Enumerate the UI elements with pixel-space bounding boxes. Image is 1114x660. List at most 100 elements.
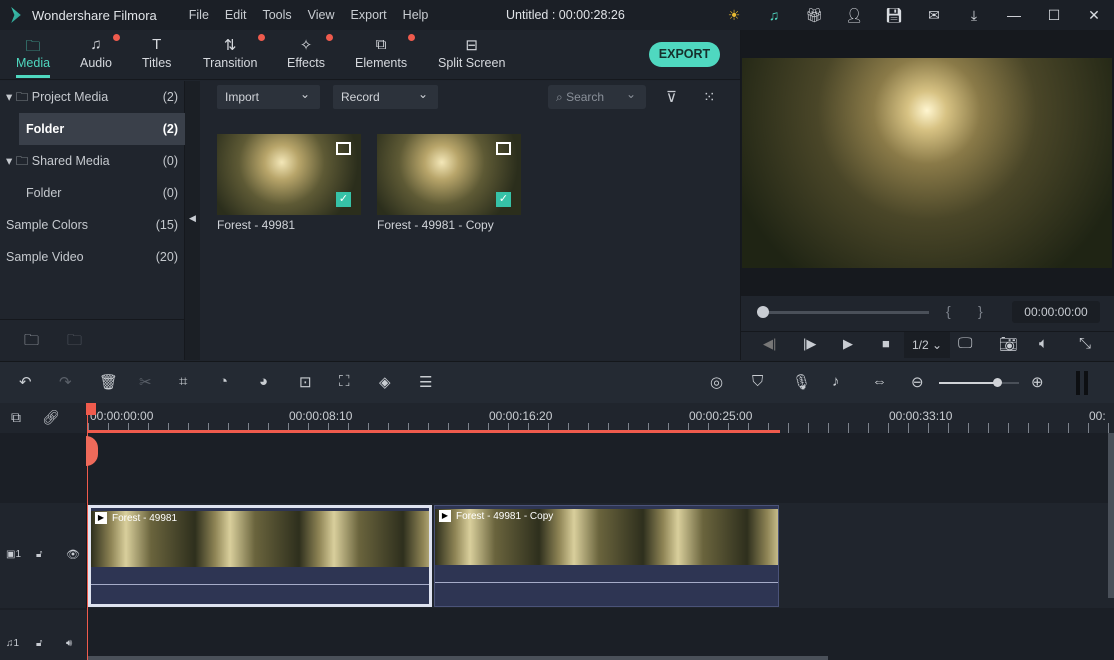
stop-icon[interactable]: ■ [882, 336, 890, 351]
media-library-panel: ▾ 🗀 Project Media (2) Folder (2) ▾ 🗀 Share… [0, 81, 185, 360]
library-folder[interactable]: Folder (2) [19, 113, 185, 145]
menu-file[interactable]: File [189, 8, 209, 22]
media-thumbnail[interactable]: ✓ [217, 134, 361, 215]
next-frame-icon[interactable]: |▶ [803, 336, 816, 352]
marker-icon[interactable]: ⛉ [752, 373, 763, 390]
mark-in-icon[interactable]: { [946, 303, 951, 319]
audio-mixer-icon[interactable]: ♪ [832, 373, 840, 390]
speed-icon[interactable]: ◔ [219, 373, 228, 390]
microphone-icon[interactable]: 🎙︎ [792, 373, 811, 391]
account-icon[interactable]: 👤︎ [834, 7, 874, 24]
new-folder-icon[interactable]: 🗀 [24, 330, 39, 355]
media-browser: Import Record ⌕ Search ⊽ ⁙ ✓ Forest - 49… [200, 81, 740, 360]
preview-timecode: 00:00:00:00 [1012, 301, 1100, 323]
top-tabs: 🗀 Media ♫ Audio T Titles ⇅ Transition ✧ Effec… [0, 30, 740, 80]
menu-tools[interactable]: Tools [262, 8, 291, 22]
lock-icon[interactable]: 🔓︎ [36, 638, 42, 649]
download-icon[interactable]: ⤓ [954, 7, 994, 24]
vertical-scrollbar[interactable] [1108, 433, 1114, 598]
zoom-slider-handle[interactable] [992, 378, 1002, 387]
green-screen-icon[interactable]: ⊡ [299, 373, 312, 391]
tab-audio[interactable]: ♫ Audio [80, 34, 120, 70]
cut-icon[interactable]: ✂ [139, 373, 152, 391]
zoom-out-icon[interactable]: ⊖ [911, 373, 924, 391]
collapse-panel-handle[interactable]: ◀ [185, 81, 200, 360]
tab-titles[interactable]: T Titles [142, 36, 171, 70]
preview-scrubber[interactable] [761, 311, 929, 314]
timeline-ruler[interactable]: ⧉ 🔗︎ 00:00:00:00 00:00:08:10 00:00:16:20… [0, 403, 1114, 433]
zoom-in-icon[interactable]: ⊕ [1031, 373, 1044, 391]
mark-out-icon[interactable]: } [978, 303, 983, 319]
stabilize-icon[interactable]: ⛶ [339, 373, 350, 390]
horizontal-scrollbar[interactable] [88, 656, 828, 660]
play-icon: ▶ [439, 510, 451, 522]
volume-icon[interactable]: 🔈︎ [1039, 335, 1048, 352]
timeline-clip[interactable]: ▶ Forest - 49981 [88, 505, 432, 607]
link-icon[interactable]: 🔗︎ [42, 409, 60, 426]
mail-icon[interactable]: ✉ [914, 7, 954, 24]
tab-transition[interactable]: ⇅ Transition [203, 34, 266, 70]
grid-view-icon[interactable]: ⁙ [703, 88, 716, 106]
gift-icon[interactable]: 🎁︎ [794, 7, 834, 24]
playhead-handle[interactable] [86, 403, 96, 415]
delete-icon[interactable]: 🗑︎ [99, 373, 118, 391]
eye-icon[interactable]: 👁︎ [66, 548, 80, 561]
zoom-slider[interactable] [939, 378, 1019, 387]
remove-folder-icon[interactable]: 🗀 [67, 330, 82, 355]
lock-icon[interactable]: 🔓︎ [36, 549, 42, 560]
maximize-button[interactable]: ☐ [1034, 7, 1074, 24]
keyframe-icon[interactable]: ◈ [379, 373, 391, 391]
tab-elements[interactable]: ⧉ Elements [355, 34, 416, 70]
undo-icon[interactable]: ↶ [19, 373, 32, 391]
adjust-icon[interactable]: ☰ [419, 373, 432, 391]
library-sample-colors[interactable]: Sample Colors (15) [0, 209, 185, 241]
tab-media[interactable]: 🗀 Media [16, 36, 51, 78]
quality-dropdown[interactable]: 1/2 ⌄ [904, 332, 950, 358]
library-shared-media[interactable]: ▾ 🗀 Shared Media (0) [0, 145, 185, 177]
menu-bar: File Edit Tools View Export Help [189, 8, 445, 22]
headset-icon[interactable]: ♫ [754, 7, 794, 23]
speaker-icon[interactable]: 🔊︎ [66, 638, 72, 649]
fullscreen-icon[interactable]: ⤡ [1079, 335, 1091, 352]
tab-effects[interactable]: ✧ Effects [287, 34, 333, 70]
display-icon[interactable]: 🖵︎ [958, 335, 972, 352]
import-dropdown[interactable]: Import [217, 82, 320, 109]
folder-icon: 🗀 [25, 38, 41, 55]
render-icon[interactable]: ◎ [710, 373, 723, 391]
crop-icon[interactable]: ⌗ [179, 373, 187, 390]
menu-view[interactable]: View [308, 8, 335, 22]
effects-icon: ✧ [287, 34, 333, 56]
filmora-logo [11, 7, 21, 23]
tab-split-screen[interactable]: ⊟ Split Screen [438, 36, 505, 70]
tick-label: 00:00:33:10 [889, 409, 953, 423]
fit-timeline-icon[interactable]: ⇔ [872, 373, 887, 390]
redo-icon[interactable]: ↷ [59, 373, 72, 391]
media-name: Forest - 49981 [217, 218, 296, 232]
save-icon[interactable]: 💾︎ [874, 7, 914, 24]
media-thumbnail[interactable]: ✓ [377, 134, 521, 215]
menu-help[interactable]: Help [403, 8, 429, 22]
scrubber-handle[interactable] [757, 306, 769, 318]
add-track-icon[interactable]: ⧉ [11, 409, 21, 426]
library-sample-video[interactable]: Sample Video (20) [0, 241, 185, 273]
bulb-icon[interactable]: ☀ [714, 7, 754, 24]
menu-export[interactable]: Export [351, 8, 387, 22]
filter-icon[interactable]: ⊽ [666, 88, 677, 106]
library-project-media[interactable]: ▾ 🗀 Project Media (2) [0, 81, 185, 113]
preview-controls: { } 00:00:00:00 ◀| |▶ ▶ ■ 1/2 ⌄ 🖵︎ 📷︎ 🔈︎… [741, 296, 1114, 360]
export-button[interactable]: EXPORT [649, 42, 720, 67]
play-icon[interactable]: ▶ [843, 336, 853, 352]
color-icon[interactable]: ◕ [259, 373, 268, 390]
timeline-clip[interactable]: ▶ Forest - 49981 - Copy [434, 505, 779, 607]
snapshot-icon[interactable]: 📷︎ [999, 335, 1018, 353]
close-button[interactable]: ✕ [1074, 7, 1114, 24]
minimize-button[interactable]: — [994, 7, 1034, 23]
library-shared-folder[interactable]: Folder (0) [0, 177, 185, 209]
previous-frame-icon[interactable]: ◀| [763, 336, 776, 352]
transition-icon: ⇅ [203, 34, 266, 56]
search-input[interactable]: ⌕ Search [548, 82, 646, 109]
menu-edit[interactable]: Edit [225, 8, 247, 22]
tick-label: 00:00:08:10 [289, 409, 353, 423]
record-dropdown[interactable]: Record [333, 82, 438, 109]
panel-resize-handle[interactable] [1076, 371, 1088, 395]
